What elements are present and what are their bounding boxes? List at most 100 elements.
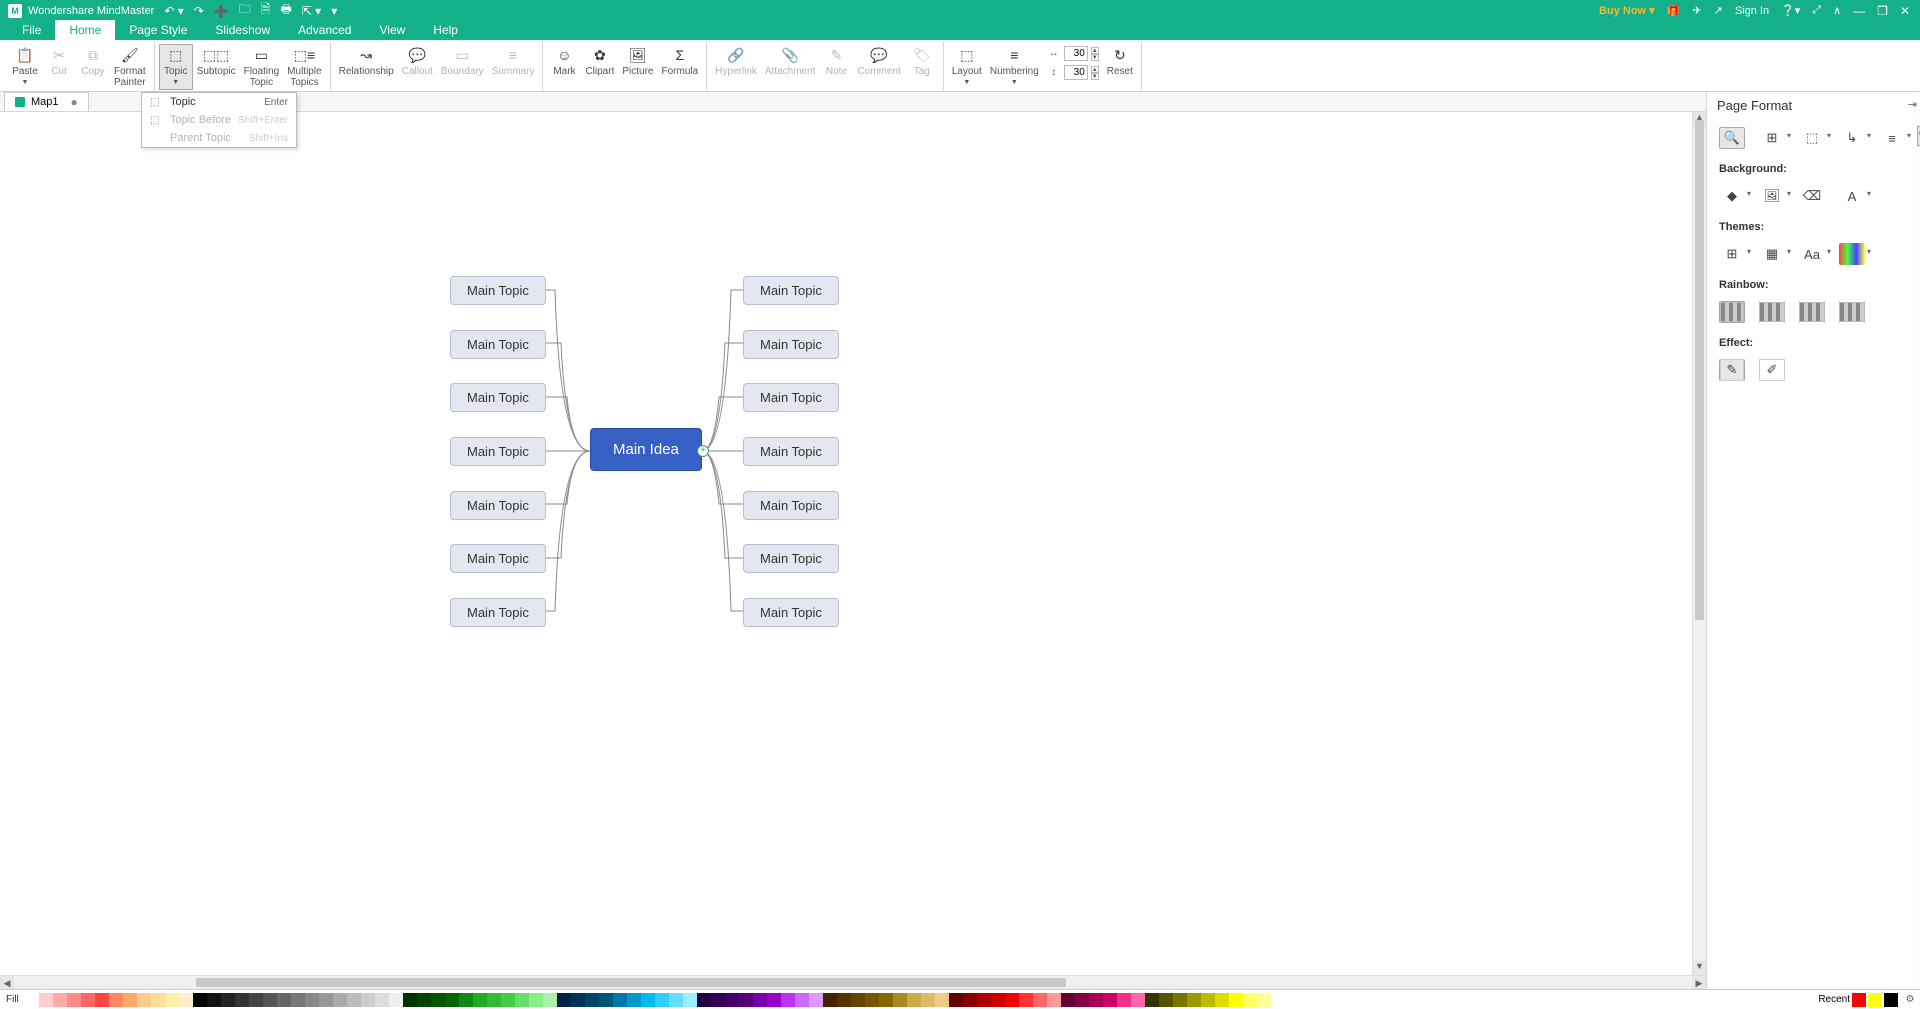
- color-swatch[interactable]: [739, 993, 753, 1007]
- recent-color-0[interactable]: [1852, 993, 1866, 1007]
- theme-color-button[interactable]: ▾: [1839, 243, 1865, 265]
- color-swatch[interactable]: [487, 993, 501, 1007]
- reset-button[interactable]: ↻Reset: [1103, 44, 1137, 79]
- floating-topic-button[interactable]: ▭Floating Topic: [240, 44, 284, 90]
- color-swatch[interactable]: [557, 993, 571, 1007]
- color-swatch[interactable]: [851, 993, 865, 1007]
- color-swatch[interactable]: [67, 993, 81, 1007]
- color-swatch[interactable]: [991, 993, 1005, 1007]
- rainbow-opt-3[interactable]: [1799, 301, 1825, 323]
- gift-icon[interactable]: 🎁: [1667, 4, 1681, 17]
- color-swatch[interactable]: [543, 993, 557, 1007]
- rainbow-opt-2[interactable]: [1759, 301, 1785, 323]
- color-swatch[interactable]: [1229, 993, 1243, 1007]
- add-node-icon[interactable]: +: [697, 445, 709, 457]
- color-swatch[interactable]: [1201, 993, 1215, 1007]
- bg-watermark-button[interactable]: A▾: [1839, 185, 1865, 207]
- bg-image-button[interactable]: 🖼▾: [1759, 185, 1785, 207]
- copy-button[interactable]: ⧉Copy: [76, 44, 110, 79]
- color-swatch[interactable]: [1089, 993, 1103, 1007]
- topic-button[interactable]: ⬚Topic▼: [159, 44, 193, 90]
- color-swatch[interactable]: [599, 993, 613, 1007]
- redo-icon[interactable]: ↷: [194, 4, 204, 18]
- clipart-button[interactable]: ✿Clipart: [581, 44, 618, 79]
- color-swatch[interactable]: [1103, 993, 1117, 1007]
- node-left-4[interactable]: Main Topic: [450, 491, 546, 520]
- close-button[interactable]: ✕: [1900, 4, 1910, 18]
- color-swatch[interactable]: [949, 993, 963, 1007]
- color-swatch[interactable]: [221, 993, 235, 1007]
- tab-home[interactable]: Home: [55, 20, 115, 40]
- vspace-input[interactable]: [1064, 65, 1088, 80]
- effect-opt-2[interactable]: ✐: [1759, 359, 1785, 381]
- color-swatch[interactable]: [333, 993, 347, 1007]
- color-swatch[interactable]: [865, 993, 879, 1007]
- color-swatch[interactable]: [389, 993, 403, 1007]
- relationship-button[interactable]: ↝Relationship: [335, 44, 398, 79]
- color-swatch[interactable]: [1019, 993, 1033, 1007]
- node-right-2[interactable]: Main Topic: [743, 383, 839, 412]
- panel-layout-button[interactable]: ⊞▾: [1759, 127, 1785, 149]
- color-swatch[interactable]: [361, 993, 375, 1007]
- scroll-left-icon[interactable]: ◀: [0, 976, 14, 989]
- color-swatch[interactable]: [683, 993, 697, 1007]
- dropdown-item-topic[interactable]: ⬚ Topic Enter: [142, 93, 296, 111]
- color-swatch[interactable]: [417, 993, 431, 1007]
- new-icon[interactable]: ➕: [214, 4, 229, 18]
- color-swatch[interactable]: [823, 993, 837, 1007]
- cut-button[interactable]: ✂Cut: [42, 44, 76, 79]
- color-swatch[interactable]: [1131, 993, 1145, 1007]
- canvas[interactable]: Main Idea + Main Topic Main Topic Main T…: [0, 112, 1706, 989]
- paste-button[interactable]: 📋Paste▼: [8, 44, 42, 90]
- color-swatch[interactable]: [1173, 993, 1187, 1007]
- color-swatch[interactable]: [1187, 993, 1201, 1007]
- vertical-scrollbar[interactable]: ▲ ▼: [1692, 112, 1706, 975]
- boundary-button[interactable]: ▭Boundary: [437, 44, 488, 79]
- color-swatch[interactable]: [25, 993, 39, 1007]
- node-right-5[interactable]: Main Topic: [743, 544, 839, 573]
- attachment-button[interactable]: 📎Attachment: [761, 44, 820, 79]
- color-swatch[interactable]: [529, 993, 543, 1007]
- bg-remove-button[interactable]: ⌫: [1799, 185, 1825, 207]
- hspace-down[interactable]: ▼: [1091, 54, 1099, 61]
- scroll-thumb-h[interactable]: [196, 978, 1066, 987]
- subtopic-button[interactable]: ⬚⬚Subtopic: [193, 44, 240, 79]
- share-icon[interactable]: ↗: [1714, 4, 1723, 17]
- color-swatch[interactable]: [249, 993, 263, 1007]
- panel-list-button[interactable]: ≡▾: [1879, 127, 1905, 149]
- layout-button[interactable]: ⬚Layout▼: [948, 44, 986, 90]
- node-right-1[interactable]: Main Topic: [743, 330, 839, 359]
- color-swatch[interactable]: [907, 993, 921, 1007]
- color-swatch[interactable]: [515, 993, 529, 1007]
- minimize-button[interactable]: —: [1853, 4, 1865, 18]
- color-swatch[interactable]: [767, 993, 781, 1007]
- color-swatch[interactable]: [501, 993, 515, 1007]
- node-left-1[interactable]: Main Topic: [450, 330, 546, 359]
- color-swatch[interactable]: [375, 993, 389, 1007]
- color-swatch[interactable]: [81, 993, 95, 1007]
- color-swatch[interactable]: [319, 993, 333, 1007]
- rainbow-opt-4[interactable]: [1839, 301, 1865, 323]
- theme-map-button[interactable]: ⊞▾: [1719, 243, 1745, 265]
- formula-button[interactable]: ΣFormula: [657, 44, 702, 79]
- color-swatch[interactable]: [137, 993, 151, 1007]
- color-swatch[interactable]: [1061, 993, 1075, 1007]
- color-swatch[interactable]: [585, 993, 599, 1007]
- color-swatch[interactable]: [193, 993, 207, 1007]
- mark-button[interactable]: ☺Mark: [547, 44, 581, 79]
- qat-more-icon[interactable]: ▾: [331, 4, 337, 18]
- help-icon[interactable]: ❔▾: [1781, 4, 1800, 17]
- color-swatch[interactable]: [725, 993, 739, 1007]
- note-button[interactable]: ✎Note: [819, 44, 853, 79]
- color-swatch[interactable]: [39, 993, 53, 1007]
- color-swatch[interactable]: [263, 993, 277, 1007]
- effect-opt-1[interactable]: ✎: [1719, 359, 1745, 381]
- color-swatch[interactable]: [1075, 993, 1089, 1007]
- save-icon[interactable]: 🗎: [261, 0, 271, 21]
- buy-now-link[interactable]: Buy Now ▾: [1599, 4, 1655, 17]
- recent-color-1[interactable]: [1868, 993, 1882, 1007]
- rainbow-opt-1[interactable]: [1719, 301, 1745, 323]
- color-swatch[interactable]: [347, 993, 361, 1007]
- multiple-topics-button[interactable]: ⬚≡Multiple Topics: [283, 44, 325, 90]
- color-swatch[interactable]: [935, 993, 949, 1007]
